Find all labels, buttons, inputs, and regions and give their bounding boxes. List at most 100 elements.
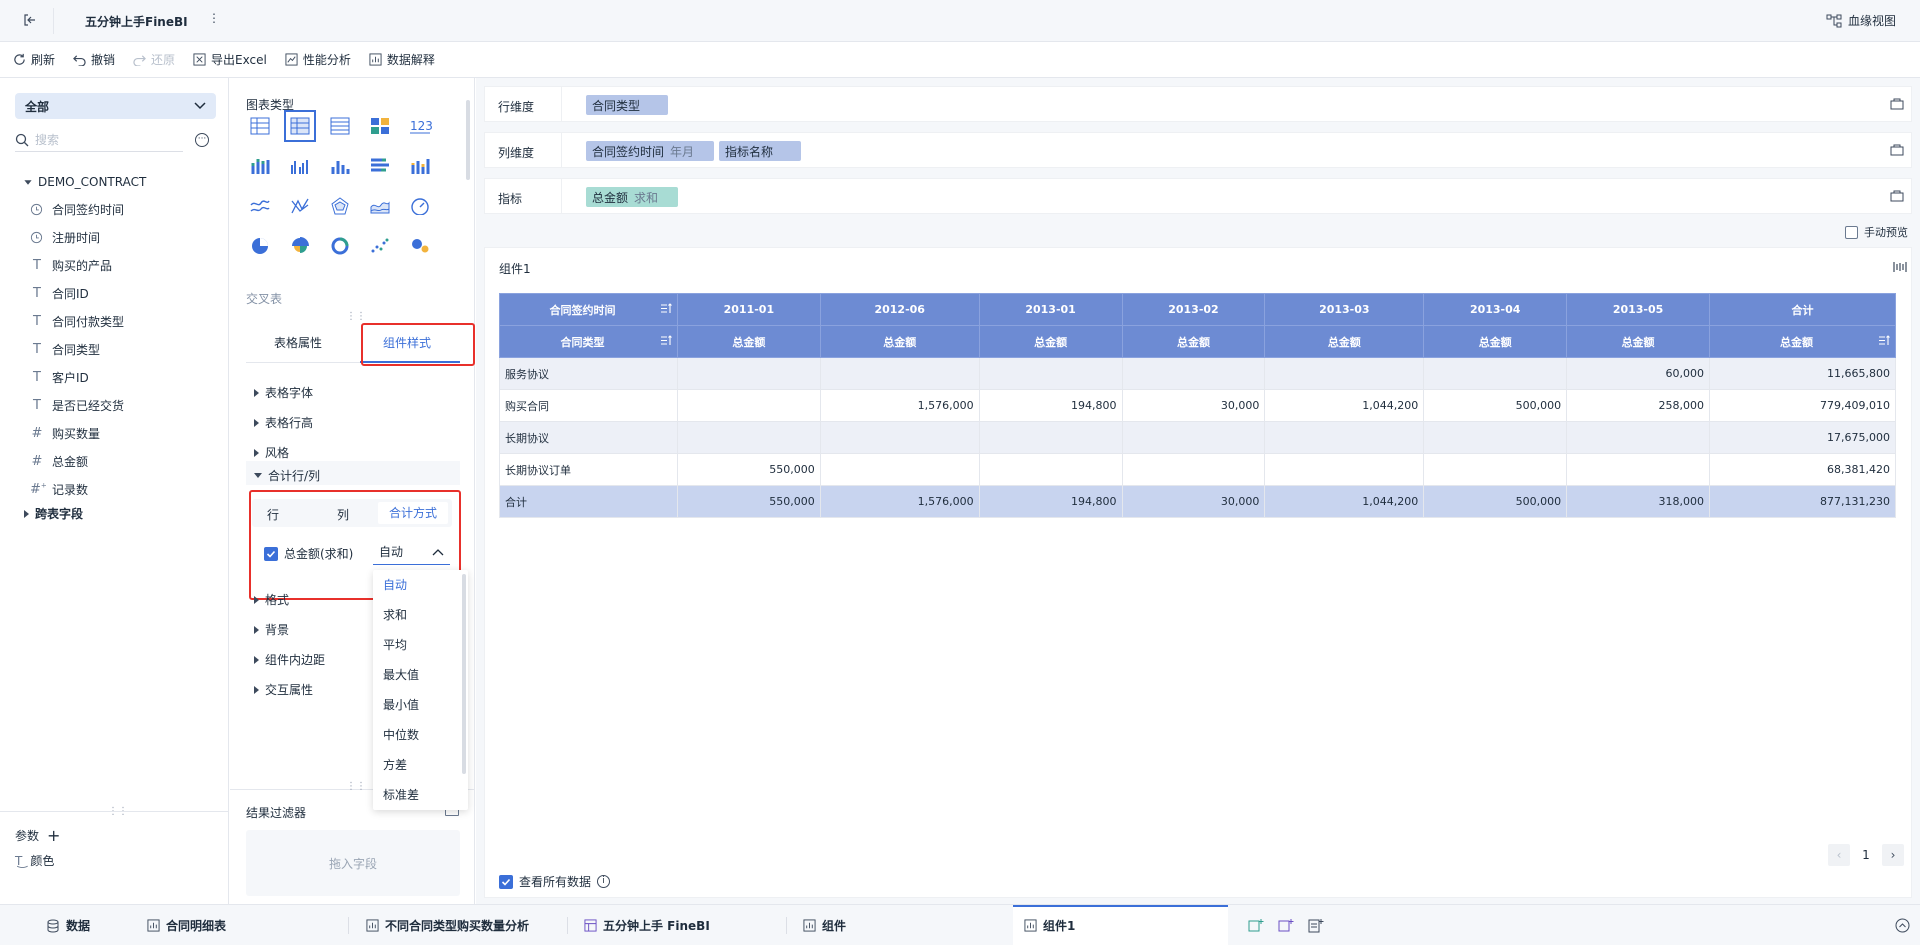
checkbox-unchecked[interactable] xyxy=(1845,225,1858,239)
refresh-button[interactable]: 刷新 xyxy=(13,51,55,68)
add-component-icon[interactable] xyxy=(1248,918,1264,933)
field-item[interactable]: T 购买的产品 xyxy=(30,257,112,274)
grouped-bar-icon[interactable] xyxy=(286,152,314,180)
search-box[interactable]: 搜索 xyxy=(15,128,183,152)
total-cell[interactable]: 550,000 xyxy=(676,485,821,518)
lineage-view-button[interactable]: 血缘视图 xyxy=(1826,12,1896,29)
table-cell[interactable]: 11,665,800 xyxy=(1709,357,1896,390)
table-node[interactable]: DEMO_CONTRACT xyxy=(24,175,146,189)
radar-chart-icon[interactable] xyxy=(326,192,354,220)
stacked-bar-icon[interactable] xyxy=(246,152,274,180)
horizontal-bar-icon[interactable] xyxy=(366,152,394,180)
data-explain-button[interactable]: 数据解释 xyxy=(369,51,435,68)
field-item[interactable]: # 总金额 xyxy=(30,453,88,470)
add-report-icon[interactable] xyxy=(1308,918,1324,933)
kpi-grid-icon[interactable] xyxy=(366,112,394,140)
section-table-font[interactable]: 表格字体 xyxy=(254,384,313,401)
sort-icon[interactable] xyxy=(660,334,672,347)
resize-handle-bottom[interactable]: ⋮⋮ xyxy=(346,781,366,792)
filter-drop-zone[interactable]: 拖入字段 xyxy=(246,830,460,896)
table-cell[interactable] xyxy=(676,389,821,422)
tab-component[interactable]: 组件 xyxy=(803,905,846,946)
measure-header[interactable]: 总金额 xyxy=(1709,325,1896,358)
table-cell[interactable]: 30,000 xyxy=(1121,389,1266,422)
table-cell[interactable]: 194,800 xyxy=(978,389,1123,422)
column-header[interactable]: 2013-02 xyxy=(1121,293,1266,326)
table-cell[interactable]: 258,000 xyxy=(1566,389,1710,422)
field-item[interactable]: # 购买数量 xyxy=(30,425,100,442)
measure-header[interactable]: 总金额 xyxy=(676,325,821,358)
measure-header[interactable]: 总金额 xyxy=(819,325,980,358)
tab-contract-type-analysis[interactable]: 不同合同类型购买数量分析 xyxy=(366,905,529,946)
undo-button[interactable]: 撤销 xyxy=(73,51,115,68)
section-padding[interactable]: 组件内边距 xyxy=(254,651,325,668)
row-label[interactable]: 长期协议 xyxy=(499,421,678,454)
row-label[interactable]: 服务协议 xyxy=(499,357,678,390)
column-header[interactable]: 2013-04 xyxy=(1423,293,1568,326)
prev-page-button[interactable]: ‹ xyxy=(1828,844,1850,866)
corner-header-date[interactable]: 合同签约时间 xyxy=(499,293,678,326)
dropdown-option[interactable]: 方差 xyxy=(373,750,461,780)
dropdown-option[interactable]: 求和 xyxy=(373,600,461,630)
total-cell[interactable]: 1,044,200 xyxy=(1264,485,1425,518)
table-cell[interactable] xyxy=(1566,421,1710,454)
measure-header[interactable]: 总金额 xyxy=(1566,325,1710,358)
dropdown-option[interactable]: 最小值 xyxy=(373,690,461,720)
pie-chart-icon[interactable] xyxy=(246,232,274,260)
corner-header-type[interactable]: 合同类型 xyxy=(499,325,678,358)
table-cell[interactable] xyxy=(978,453,1123,486)
more-icon[interactable]: ⋮ xyxy=(208,11,220,25)
section-interaction[interactable]: 交互属性 xyxy=(254,681,313,698)
total-cell[interactable]: 30,000 xyxy=(1121,485,1266,518)
table-cell[interactable] xyxy=(819,421,980,454)
export-excel-button[interactable]: 导出Excel xyxy=(193,51,267,68)
table-cell[interactable] xyxy=(819,453,980,486)
column-header[interactable]: 2013-03 xyxy=(1264,293,1425,326)
dropdown-scrollbar[interactable] xyxy=(462,574,466,774)
total-cell[interactable]: 1,576,000 xyxy=(819,485,980,518)
number-icon[interactable]: 123 xyxy=(406,112,434,140)
table-cell[interactable] xyxy=(1121,421,1266,454)
area-chart-icon[interactable] xyxy=(366,192,394,220)
total-label[interactable]: 合计 xyxy=(499,485,678,518)
dim-settings-icon[interactable] xyxy=(1890,144,1904,156)
add-dashboard-icon[interactable] xyxy=(1278,918,1294,933)
total-cell[interactable]: 500,000 xyxy=(1423,485,1568,518)
bubble-chart-icon[interactable] xyxy=(406,232,434,260)
column-header[interactable]: 2013-05 xyxy=(1566,293,1710,326)
section-format[interactable]: 格式 xyxy=(254,591,289,608)
radar-line-icon[interactable] xyxy=(286,192,314,220)
metric-pill[interactable]: 总金额 求和 xyxy=(586,187,678,207)
sort-icon[interactable] xyxy=(1878,334,1890,347)
line-chart-icon[interactable] xyxy=(246,192,274,220)
tab-dashboard[interactable]: 五分钟上手 FineBI xyxy=(584,905,710,946)
component-toolbar-icon[interactable] xyxy=(1893,260,1907,274)
dropdown-option[interactable]: 平均 xyxy=(373,630,461,660)
total-cell[interactable]: 877,131,230 xyxy=(1709,485,1896,518)
table-cell[interactable] xyxy=(1566,453,1710,486)
bar-chart-icon[interactable] xyxy=(326,152,354,180)
collapse-up-icon[interactable] xyxy=(1895,918,1910,933)
table-cell[interactable]: 779,409,010 xyxy=(1709,389,1896,422)
table-cell[interactable] xyxy=(676,357,821,390)
scatter-chart-icon[interactable] xyxy=(366,232,394,260)
next-page-button[interactable]: › xyxy=(1882,844,1904,866)
field-item[interactable]: T 合同ID xyxy=(30,285,89,302)
table-cell[interactable] xyxy=(1264,357,1425,390)
table-cell[interactable]: 1,576,000 xyxy=(819,389,980,422)
exit-icon[interactable] xyxy=(22,12,38,28)
table-cell[interactable] xyxy=(1264,453,1425,486)
table-cell[interactable] xyxy=(1264,421,1425,454)
table-cell[interactable] xyxy=(1121,453,1266,486)
row-dim-pill[interactable]: 合同类型 xyxy=(586,95,668,115)
param-item[interactable]: T͜ 颜色 xyxy=(15,852,54,869)
tab-component1[interactable]: 组件1 xyxy=(1024,905,1075,946)
table-cell[interactable]: 60,000 xyxy=(1566,357,1710,390)
checkbox-checked[interactable] xyxy=(499,874,513,889)
add-param-icon[interactable]: + xyxy=(47,827,60,843)
measure-header[interactable]: 总金额 xyxy=(1264,325,1425,358)
dropdown-option[interactable]: 中位数 xyxy=(373,720,461,750)
tab-table-attr[interactable]: 表格属性 xyxy=(274,334,322,351)
table-cell[interactable] xyxy=(819,357,980,390)
col-dim-pill-date[interactable]: 合同签约时间 年月 xyxy=(586,141,714,161)
